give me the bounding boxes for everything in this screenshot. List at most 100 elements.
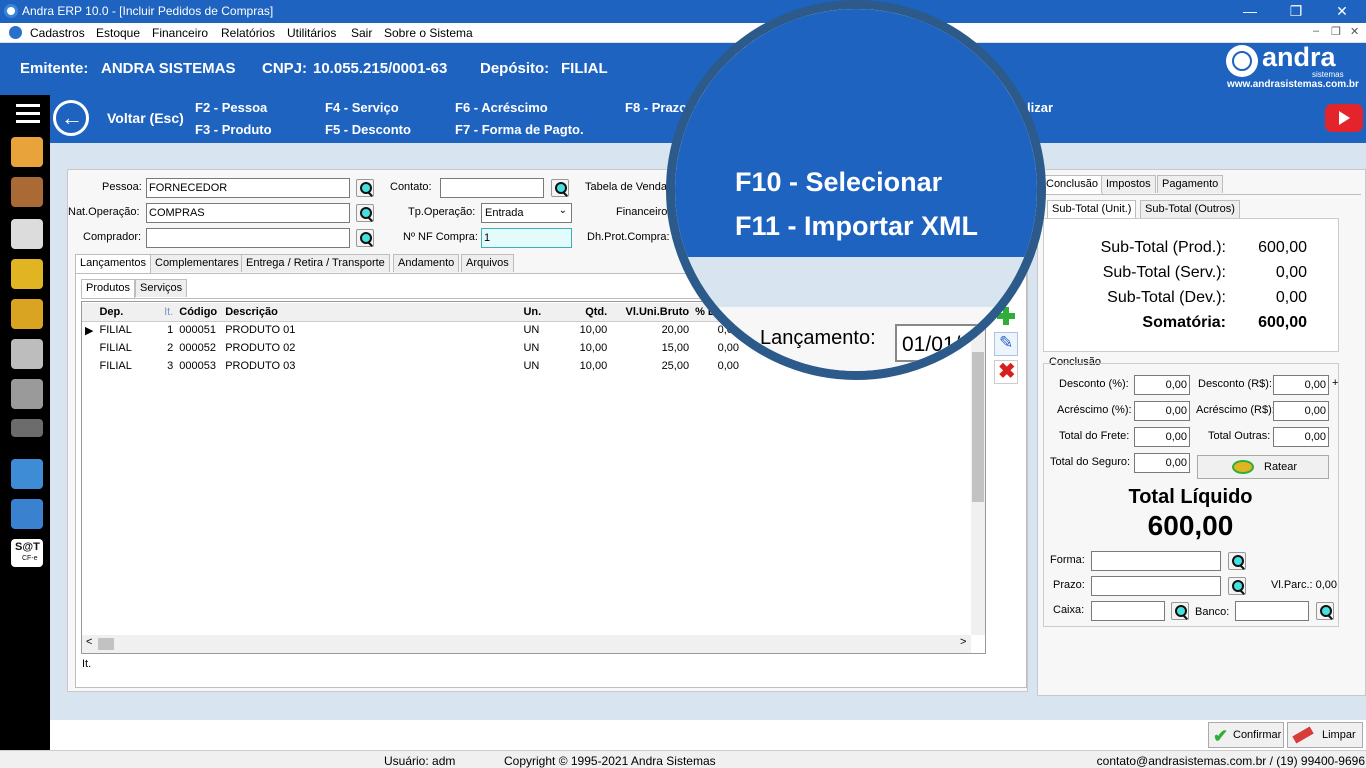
f4-servico-button[interactable]: F4 - Serviço [325, 100, 399, 115]
caixa-search-icon[interactable] [1171, 602, 1189, 620]
menu-utilitarios[interactable]: Utilitários [287, 26, 336, 40]
youtube-icon[interactable] [1325, 104, 1363, 132]
col-dep[interactable]: Dep. [96, 303, 152, 321]
f7-forma-pagto-button[interactable]: F7 - Forma de Pagto. [455, 122, 584, 137]
minimize-button[interactable]: — [1227, 0, 1273, 23]
grid-header-row: Dep. It. Código Descrição Un. Qtd. Vl.Un… [82, 303, 742, 321]
mdi-restore-icon[interactable]: ❐ [1331, 25, 1341, 38]
sat-icon[interactable]: S@T CF-e [11, 539, 43, 567]
menu-financeiro[interactable]: Financeiro [152, 26, 208, 40]
f10-selecionar-button[interactable]: F10 - Selecionar [735, 167, 942, 198]
globe-doc-icon[interactable] [11, 459, 43, 489]
forma-search-icon[interactable] [1228, 552, 1246, 570]
comprador-search-icon[interactable] [356, 229, 374, 247]
cell-it: 1 [167, 324, 174, 337]
cell-dep: FILIAL [99, 324, 132, 337]
coins-down-icon[interactable] [11, 299, 43, 329]
menu-relatorios[interactable]: Relatórios [221, 26, 275, 40]
tab-entrega[interactable]: Entrega / Retira / Transporte [241, 254, 390, 272]
users-icon[interactable] [11, 137, 43, 167]
vertical-scroll-thumb[interactable] [972, 352, 984, 502]
prazo-search-icon[interactable] [1228, 577, 1246, 595]
check-icon: ✔ [1213, 726, 1229, 746]
tab-arquivos[interactable]: Arquivos [461, 254, 514, 272]
scroll-right-icon[interactable]: > [960, 636, 966, 648]
pessoa-search-icon[interactable] [356, 179, 374, 197]
card-machine-icon[interactable] [11, 419, 43, 437]
natop-search-icon[interactable] [356, 204, 374, 222]
nf-label: Nº NF Compra: [403, 231, 478, 243]
hamburger-menu-icon[interactable] [16, 104, 40, 107]
mdi-minimize-icon[interactable]: – [1313, 25, 1319, 37]
horizontal-scroll-thumb[interactable] [98, 638, 114, 650]
banco-field[interactable] [1235, 601, 1309, 621]
banco-search-icon[interactable] [1316, 602, 1334, 620]
box-icon[interactable] [11, 177, 43, 207]
subtotal-serv-label: Sub-Total (Serv.): [1102, 264, 1226, 281]
limpar-button[interactable]: Limpar [1287, 722, 1363, 748]
menu-cadastros[interactable]: Cadastros [30, 26, 85, 40]
close-button[interactable]: ✕ [1319, 0, 1365, 23]
f2-pessoa-button[interactable]: F2 - Pessoa [195, 100, 267, 115]
back-arrow-icon[interactable]: ← [53, 100, 89, 136]
plus-icon[interactable]: + [1332, 377, 1338, 389]
back-button[interactable]: Voltar (Esc) [107, 110, 184, 126]
col-un[interactable]: Un. [520, 303, 560, 321]
subtab-outros[interactable]: Sub-Total (Outros) [1140, 200, 1240, 218]
tab-andamento[interactable]: Andamento [393, 254, 460, 272]
col-qtd[interactable]: Qtd. [560, 303, 610, 321]
tab-pagamento[interactable]: Pagamento [1157, 175, 1224, 193]
frete-field[interactable] [1134, 427, 1190, 447]
acrescimo-pct-field[interactable] [1134, 401, 1190, 421]
nf-field[interactable] [481, 228, 572, 248]
table-row[interactable]: FILIAL 2 000052 PRODUTO 02 UN 10,00 15,0… [82, 339, 742, 357]
contato-search-icon[interactable] [551, 179, 569, 197]
table-row[interactable]: FILIAL 3 000053 PRODUTO 03 UN 10,00 25,0… [82, 357, 742, 375]
subtab-produtos[interactable]: Produtos [81, 279, 136, 298]
desconto-pct-field[interactable] [1134, 375, 1190, 395]
menu-sair[interactable]: Sair [351, 26, 372, 40]
col-it[interactable]: It. [152, 303, 176, 321]
confirmar-button[interactable]: ✔ Confirmar [1208, 722, 1284, 748]
horizontal-scrollbar[interactable]: < > [82, 635, 971, 653]
col-descricao[interactable]: Descrição [222, 303, 520, 321]
coins-icon[interactable] [11, 259, 43, 289]
subtab-servicos[interactable]: Serviços [135, 279, 188, 297]
menu-sobre[interactable]: Sobre o Sistema [384, 26, 473, 40]
acrescimo-rs-field[interactable] [1273, 401, 1329, 421]
maximize-button[interactable]: ❐ [1273, 0, 1319, 23]
forma-field[interactable] [1091, 551, 1221, 571]
lancamento-field[interactable]: 01/01/2 [895, 324, 1015, 362]
col-codigo[interactable]: Código [176, 303, 222, 321]
contato-field[interactable] [440, 178, 544, 198]
tab-complementares[interactable]: Complementares [150, 254, 244, 272]
outras-field[interactable] [1273, 427, 1329, 447]
f6-acrescimo-button[interactable]: F6 - Acréscimo [455, 100, 548, 115]
menu-estoque[interactable]: Estoque [96, 26, 140, 40]
tpop-select[interactable]: Entrada ⌄ [481, 203, 572, 223]
ratear-button[interactable]: Ratear [1197, 455, 1329, 479]
f11-importar-xml-button[interactable]: F11 - Importar XML [735, 211, 978, 242]
caixa-field[interactable] [1091, 601, 1165, 621]
prazo-field[interactable] [1091, 576, 1221, 596]
nfe-globe-icon[interactable] [11, 499, 43, 529]
tab-lancamentos[interactable]: Lançamentos [75, 254, 152, 273]
warehouse-icon[interactable] [11, 379, 43, 409]
mdi-close-icon[interactable]: ✕ [1350, 25, 1359, 38]
scroll-left-icon[interactable]: < [86, 636, 92, 648]
subtab-unit[interactable]: Sub-Total (Unit.) [1047, 200, 1137, 219]
tab-conclusao[interactable]: Conclusão [1041, 175, 1103, 194]
tab-impostos[interactable]: Impostos [1101, 175, 1156, 193]
table-row[interactable]: ▶ FILIAL 1 000051 PRODUTO 01 UN 10,00 20… [82, 321, 742, 339]
desconto-rs-field[interactable] [1273, 375, 1329, 395]
comprador-field[interactable] [146, 228, 350, 248]
f3-produto-button[interactable]: F3 - Produto [195, 122, 272, 137]
f5-desconto-button[interactable]: F5 - Desconto [325, 122, 411, 137]
cart-icon[interactable] [11, 219, 43, 249]
seguro-field[interactable] [1134, 453, 1190, 473]
desconto-pct-label: Desconto (%): [1059, 378, 1129, 390]
pessoa-field[interactable] [146, 178, 350, 198]
natop-field[interactable] [146, 203, 350, 223]
cash-register-icon[interactable] [11, 339, 43, 369]
cell-vl: 20,00 [661, 324, 690, 337]
